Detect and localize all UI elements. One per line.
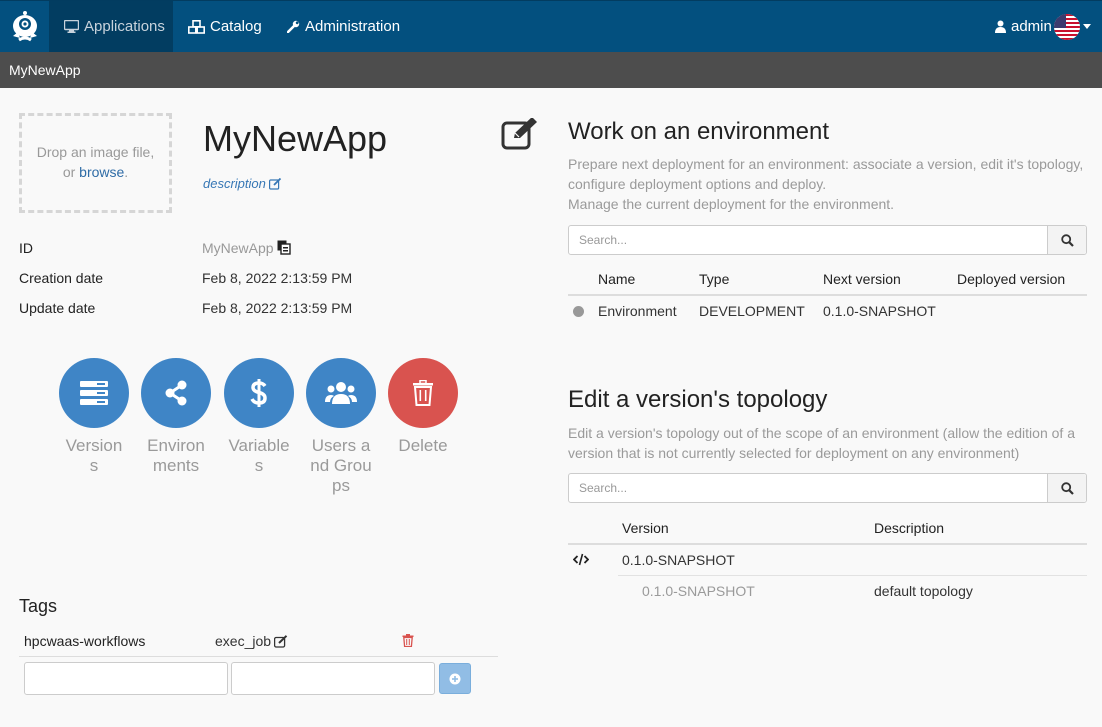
- environments-label: Environments: [147, 436, 205, 475]
- update-date-value: Feb 8, 2022 2:13:59 PM: [202, 300, 353, 316]
- plus-circle-icon: [449, 673, 461, 684]
- topology-title: Edit a version's topology: [568, 386, 828, 413]
- us-flag-icon[interactable]: [1054, 14, 1080, 40]
- users-and-groups-label: Users and Groups: [310, 436, 372, 495]
- row-divider: [618, 575, 1087, 576]
- user-menu[interactable]: admin: [995, 1, 1052, 52]
- code-icon[interactable]: [572, 553, 590, 569]
- top-navbar: Applications Catalog Administration admi…: [0, 0, 1102, 52]
- new-tag-value-input[interactable]: [231, 662, 435, 695]
- share-icon: [141, 358, 211, 428]
- tag-divider: [19, 656, 498, 657]
- users-icon: [306, 358, 376, 428]
- versions-label: Versions: [65, 436, 123, 475]
- update-date-label: Update date: [19, 300, 96, 316]
- dropzone-browse-line: or browse.: [22, 162, 169, 182]
- creation-date-label: Creation date: [19, 270, 104, 286]
- copy-icon[interactable]: [277, 240, 291, 258]
- dollar-icon: [224, 358, 294, 428]
- col-next-version[interactable]: Next version: [823, 271, 901, 287]
- environments-help-line: Prepare next deployment for an environme…: [568, 156, 1084, 172]
- topology-search-button[interactable]: [1047, 474, 1086, 502]
- user-icon: [995, 20, 1006, 33]
- id-label: ID: [19, 240, 33, 256]
- description-label: description: [203, 176, 266, 191]
- breadcrumb: MyNewApp: [0, 52, 1102, 88]
- col-deployed-version[interactable]: Deployed version: [957, 271, 1065, 287]
- topology-help-line: version that is not currently selected f…: [568, 445, 1020, 461]
- env-type[interactable]: DEVELOPMENT: [699, 303, 805, 319]
- trash-icon: [388, 358, 458, 428]
- nav-administration[interactable]: Administration: [287, 1, 400, 52]
- environment-status-icon: [573, 306, 584, 317]
- description-edit-link[interactable]: description: [203, 176, 282, 191]
- environments-help-line: Manage the current deployment for the en…: [568, 196, 895, 212]
- add-tag-button[interactable]: [439, 663, 471, 694]
- language-caret-icon[interactable]: [1083, 24, 1091, 29]
- environments-button[interactable]: Environments: [141, 358, 211, 476]
- topology-version[interactable]: 0.1.0-SNAPSHOT: [642, 583, 755, 599]
- nav-administration-label: Administration: [305, 18, 401, 35]
- nav-catalog[interactable]: Catalog: [188, 1, 262, 52]
- wrench-icon: [287, 20, 300, 33]
- browse-link[interactable]: browse: [79, 164, 124, 180]
- topology-description: default topology: [874, 583, 973, 599]
- version-row[interactable]: 0.1.0-SNAPSHOT: [622, 552, 735, 568]
- delete-button[interactable]: Delete: [388, 358, 458, 456]
- desktop-icon: [64, 20, 79, 33]
- topology-help-line: Edit a version's topology out of the sco…: [568, 425, 1075, 441]
- image-dropzone[interactable]: Drop an image file, or browse.: [19, 113, 172, 213]
- col-name[interactable]: Name: [598, 271, 635, 287]
- tag-delete-icon[interactable]: [402, 634, 414, 650]
- nav-catalog-label: Catalog: [210, 18, 262, 35]
- edit-app-name-icon[interactable]: [501, 117, 539, 153]
- env-next-version[interactable]: 0.1.0-SNAPSHOT: [823, 303, 936, 319]
- variables-label: Variables: [228, 436, 290, 475]
- nav-applications[interactable]: Applications: [49, 1, 173, 52]
- breadcrumb-item[interactable]: MyNewApp: [9, 62, 81, 78]
- environments-title: Work on an environment: [568, 118, 830, 145]
- col-version[interactable]: Version: [622, 520, 669, 536]
- nav-applications-label: Applications: [84, 18, 165, 35]
- id-value: MyNewApp: [202, 240, 274, 256]
- edit-icon: [274, 634, 288, 648]
- table-header-divider: [568, 294, 1087, 296]
- environments-help: Prepare next deployment for an environme…: [568, 154, 1088, 214]
- dropzone-text: Drop an image file,: [36, 144, 155, 160]
- topology-help: Edit a version's topology out of the sco…: [568, 423, 1088, 463]
- dropzone-dot: .: [124, 164, 129, 180]
- search-icon: [1060, 481, 1074, 495]
- environments-search: [568, 225, 1087, 255]
- env-name[interactable]: Environment: [598, 303, 677, 319]
- server-icon: [59, 358, 129, 428]
- creation-date-value: Feb 8, 2022 2:13:59 PM: [202, 270, 353, 286]
- tag-key: hpcwaas-workflows: [24, 633, 146, 649]
- cubes-icon: [188, 19, 205, 34]
- versions-button[interactable]: Versions: [59, 358, 129, 476]
- variables-button[interactable]: Variables: [224, 358, 294, 476]
- environments-help-line: configure deployment options and deploy.: [568, 176, 827, 192]
- tag-value-edit[interactable]: exec_job: [215, 633, 288, 649]
- environments-search-button[interactable]: [1047, 226, 1086, 254]
- alien4cloud-logo-icon[interactable]: [0, 1, 49, 52]
- user-name: admin: [1011, 18, 1052, 35]
- col-type[interactable]: Type: [699, 271, 729, 287]
- users-and-groups-button[interactable]: Users and Groups: [306, 358, 376, 496]
- tag-value: exec_job: [215, 633, 272, 649]
- tags-title: Tags: [19, 596, 58, 616]
- col-description[interactable]: Description: [874, 520, 944, 536]
- delete-label: Delete: [398, 436, 448, 455]
- edit-icon: [268, 177, 282, 190]
- topology-search: [568, 473, 1087, 503]
- environments-search-input[interactable]: [569, 226, 1047, 254]
- app-name: MyNewApp: [203, 118, 388, 159]
- new-tag-key-input[interactable]: [24, 662, 228, 695]
- table-header-divider: [568, 543, 1087, 545]
- dropzone-or: or: [62, 164, 76, 180]
- topology-search-input[interactable]: [569, 474, 1047, 502]
- search-icon: [1060, 233, 1074, 247]
